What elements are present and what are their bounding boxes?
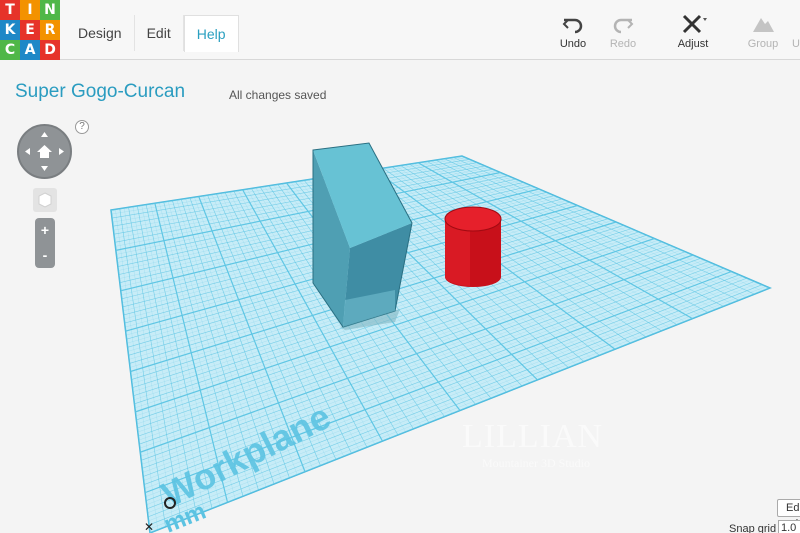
logo-letter: E (20, 20, 40, 40)
ungroup-button[interactable]: U (770, 12, 800, 50)
zoom-out-button[interactable]: - (35, 243, 55, 268)
orbit-control[interactable] (17, 124, 72, 179)
orbit-icon (25, 132, 64, 171)
watermark-title: LILLIAN (462, 418, 604, 455)
menu-help[interactable]: Help (183, 15, 239, 52)
logo-letter: R (40, 20, 60, 40)
undo-icon (562, 18, 583, 34)
adjust-label: Adjust (677, 38, 709, 50)
zoom-in-button[interactable]: + (35, 218, 55, 243)
save-status: All changes saved (229, 88, 327, 102)
cylinder-top (444, 206, 502, 232)
logo-letter: C (0, 40, 20, 60)
edit-grid-button[interactable]: Edit grid (777, 499, 800, 530)
logo-letter: A (20, 40, 40, 60)
logo-letter: K (0, 20, 20, 40)
undo-button[interactable]: Undo (548, 12, 598, 50)
undo-label: Undo (559, 38, 587, 50)
top-toolbar: TINKERCAD Design Edit Help Undo Redo Adj… (0, 0, 800, 60)
ungroup-label: U (792, 38, 800, 50)
logo-letter: N (40, 0, 60, 20)
logo-letter: I (20, 0, 40, 20)
cube-icon (38, 192, 52, 208)
adjust-icon (682, 14, 707, 34)
redo-button[interactable]: Redo (598, 12, 648, 50)
menu-design[interactable]: Design (66, 15, 135, 51)
document-header: Super Gogo-Curcan All changes saved (0, 61, 800, 121)
axis-x-marker: ✕ (144, 520, 154, 533)
redo-label: Redo (609, 38, 637, 50)
menu-edit[interactable]: Edit (135, 15, 184, 51)
redo-icon (613, 18, 634, 34)
help-button[interactable]: ? (75, 120, 89, 134)
document-title[interactable]: Super Gogo-Curcan (15, 81, 185, 103)
tinkercad-logo[interactable]: TINKERCAD (0, 0, 60, 60)
snap-grid-input[interactable] (778, 520, 800, 533)
home-icon (37, 145, 52, 158)
watermark-subtitle: Mountainer 3D Studio (482, 456, 590, 470)
adjust-button[interactable]: Adjust (668, 12, 718, 50)
logo-letter: T (0, 0, 20, 20)
main-menu: Design Edit Help (66, 15, 239, 52)
zoom-control: + - (35, 218, 55, 268)
logo-letter: D (40, 40, 60, 60)
view-cube-button[interactable] (33, 188, 57, 212)
cylinder-shape[interactable] (444, 206, 502, 287)
snap-grid-label: Snap grid (729, 523, 777, 533)
tinkercad-app: Workplane mm ✕ TINKERCAD Design Edit Hel… (0, 0, 800, 533)
